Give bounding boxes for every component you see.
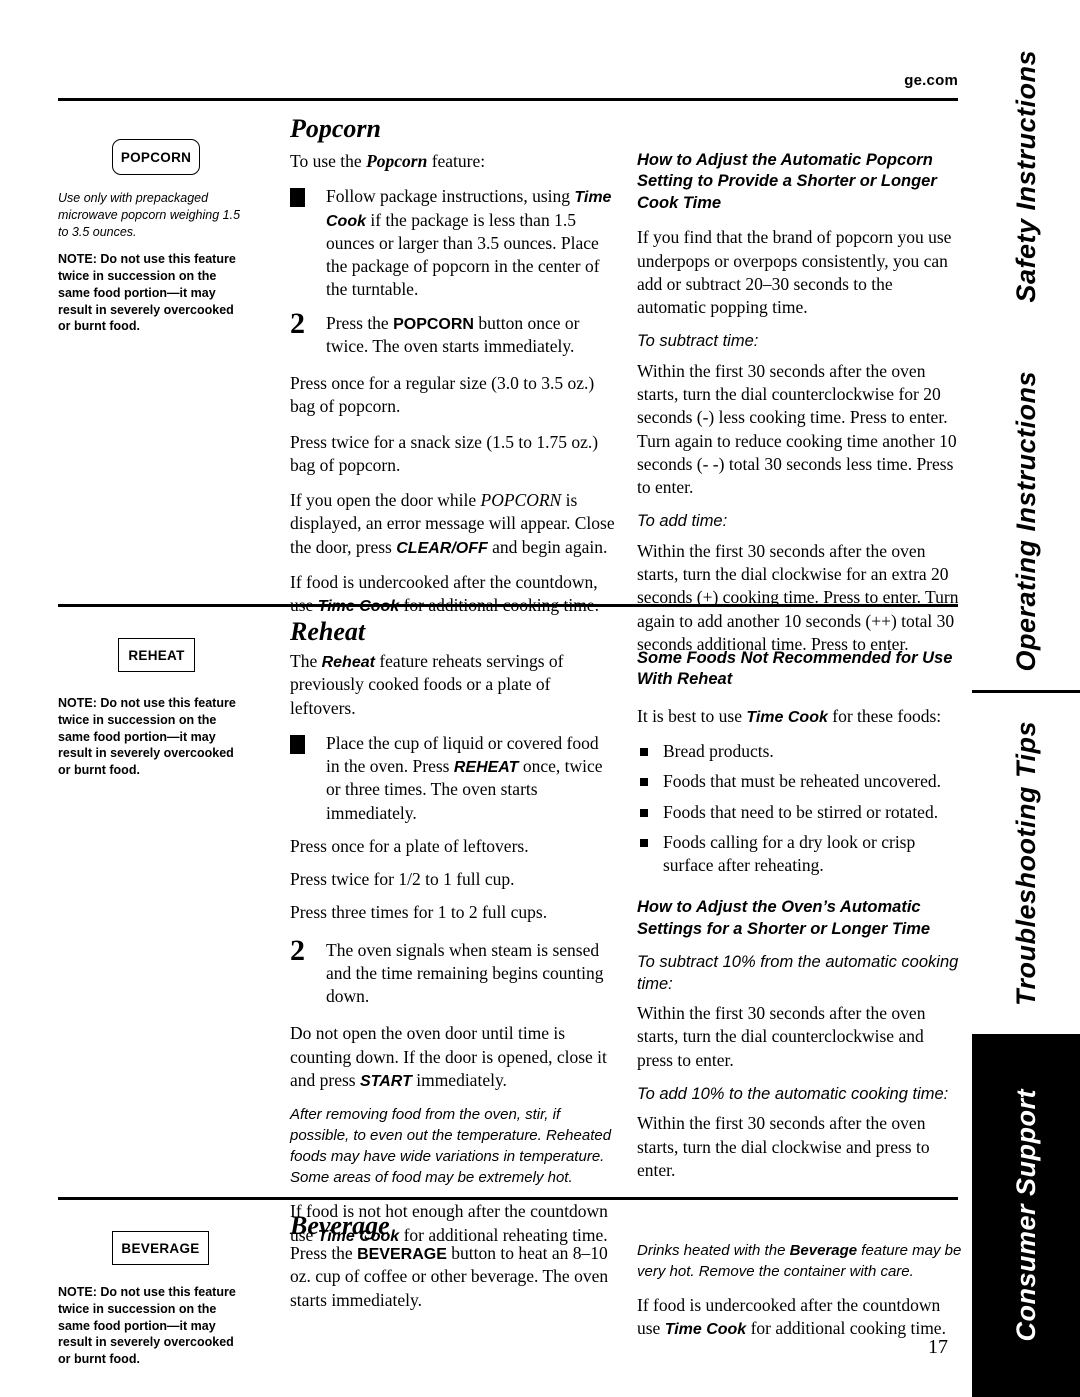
- step-number-1: [290, 734, 305, 754]
- divider-top: [58, 98, 958, 101]
- beverage-button[interactable]: BEVERAGE: [112, 1231, 209, 1265]
- popcorn-snack-size: Press twice for a snack size (1.5 to 1.7…: [290, 431, 599, 475]
- beverage-margin-note-caution: NOTE: Do not use this feature twice in s…: [58, 1285, 236, 1366]
- side-tab-consumer-support[interactable]: Consumer Support: [972, 1034, 1080, 1397]
- bullet-square-icon: [640, 838, 648, 847]
- popcorn-add-time-heading: To add time:: [637, 512, 728, 531]
- popcorn-door-open-note: If you open the door while POPCORN is di…: [290, 490, 615, 557]
- reheat-step-2: 2 The oven signals when steam is sensed …: [290, 933, 604, 1007]
- bullet-square-icon: [640, 748, 648, 757]
- reheat-not-recommended-heading: Some Foods Not Recommended for Use With …: [637, 649, 953, 689]
- reheat-bullet-item: Foods calling for a dry look or crisp su…: [637, 831, 962, 878]
- side-tab-consumer-support-label: Consumer Support: [1010, 1089, 1041, 1342]
- reheat-adjust-heading: How to Adjust the Oven’s Automatic Setti…: [637, 898, 931, 938]
- beverage-instructions: Press the BEVERAGE button to heat an 8–1…: [290, 1243, 609, 1310]
- reheat-add-heading: To add 10% to the automatic cooking time…: [637, 1085, 949, 1104]
- side-tab-operating-instructions-label: Operating Instructions: [1010, 370, 1041, 672]
- popcorn-subtract-time-body: Within the first 30 seconds after the ov…: [637, 360, 957, 498]
- reheat-intro: The Reheat feature reheats servings of p…: [290, 651, 564, 718]
- section-title-reheat: Reheat: [290, 617, 366, 646]
- popcorn-undercooked-note: If food is undercooked after the countdo…: [290, 571, 599, 616]
- popcorn-intro: To use the Popcorn feature:: [290, 151, 486, 171]
- popcorn-button-label: POPCORN: [120, 149, 192, 165]
- reheat-best-to-use: It is best to use Time Cook for these fo…: [637, 705, 942, 726]
- popcorn-step-1: Follow package instructions, using Time …: [290, 185, 615, 301]
- beverage-undercooked-note: If food is undercooked after the countdo…: [637, 1295, 946, 1339]
- beverage-hot-warning: Drinks heated with the Beverage feature …: [637, 1242, 962, 1280]
- ge-dot-com-label: ge.com: [904, 72, 958, 89]
- section-title-popcorn: Popcorn: [290, 114, 381, 143]
- popcorn-button[interactable]: POPCORN: [112, 139, 200, 175]
- side-tab-troubleshooting-tips-label: Troubleshooting Tips: [1010, 720, 1041, 1006]
- bullet-square-icon: [640, 778, 648, 787]
- side-tab-strip: Safety Instructions Operating Instructio…: [970, 0, 1080, 1397]
- page-number: 17: [928, 1336, 948, 1358]
- reheat-bullet-item: Foods that need to be stirred or rotated…: [637, 801, 962, 824]
- reheat-button[interactable]: REHEAT: [118, 638, 195, 672]
- reheat-step-1: Place the cup of liquid or covered food …: [290, 732, 615, 825]
- popcorn-add-time-body: Within the first 30 seconds after the ov…: [637, 540, 959, 654]
- reheat-add-body: Within the first 30 seconds after the ov…: [637, 1113, 930, 1180]
- step-number-2: 2: [290, 306, 305, 340]
- popcorn-adjust-heading: How to Adjust the Automatic Popcorn Sett…: [637, 151, 937, 212]
- reheat-margin-note-caution: NOTE: Do not use this feature twice in s…: [58, 696, 236, 777]
- reheat-door-note: Do not open the oven door until time is …: [290, 1023, 607, 1090]
- reheat-bullet-item: Foods that must be reheated uncovered.: [637, 770, 962, 793]
- reheat-bullet-item: Bread products.: [637, 740, 962, 763]
- reheat-subtract-body: Within the first 30 seconds after the ov…: [637, 1003, 926, 1070]
- side-tab-operating-instructions[interactable]: Operating Instructions: [972, 356, 1080, 686]
- popcorn-regular-size: Press once for a regular size (3.0 to 3.…: [290, 373, 595, 417]
- beverage-button-label: BEVERAGE: [121, 1240, 200, 1256]
- popcorn-subtract-time-heading: To subtract time:: [637, 332, 759, 351]
- side-tab-troubleshooting-tips[interactable]: Troubleshooting Tips: [972, 690, 1080, 1033]
- step-number-1: [290, 188, 305, 208]
- reheat-press-once: Press once for a plate of leftovers.: [290, 835, 529, 856]
- reheat-subtract-heading: To subtract 10% from the automatic cooki…: [637, 953, 959, 993]
- popcorn-step-2: 2 Press the POPCORN button once or twice…: [290, 306, 580, 356]
- popcorn-adjust-intro: If you find that the brand of popcorn yo…: [637, 227, 952, 318]
- section-title-beverage: Beverage: [290, 1211, 390, 1240]
- popcorn-margin-note-caution: NOTE: Do not use this feature twice in s…: [58, 252, 236, 334]
- bullet-square-icon: [640, 808, 648, 817]
- reheat-stirring-note: After removing food from the oven, stir,…: [290, 1106, 612, 1187]
- side-tab-safety-instructions[interactable]: Safety Instructions: [972, 0, 1080, 352]
- step-number-2: 2: [290, 933, 305, 967]
- popcorn-margin-note-usage: Use only with prepackaged microwave popc…: [58, 191, 241, 239]
- side-tab-safety-instructions-label: Safety Instructions: [1010, 49, 1041, 303]
- reheat-press-twice: Press twice for 1/2 to 1 full cup.: [290, 869, 515, 890]
- reheat-press-three: Press three times for 1 to 2 full cups.: [290, 902, 548, 923]
- reheat-button-label: REHEAT: [128, 647, 185, 663]
